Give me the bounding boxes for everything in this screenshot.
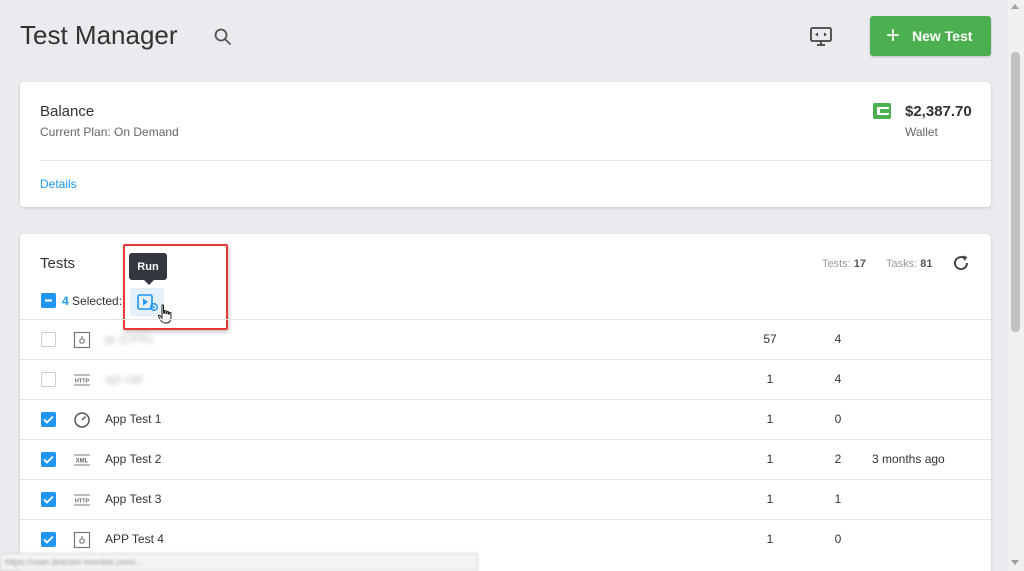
speedometer-icon <box>74 412 90 428</box>
plus-icon: + <box>886 22 901 49</box>
selected-count: 4 Selected: <box>62 294 122 308</box>
row-checkbox[interactable] <box>41 412 56 427</box>
balance-title: Balance <box>40 103 95 120</box>
tests-table: pr (CPR) 57 4 HTTP api call 1 4 App Test… <box>20 319 991 559</box>
test-metric-1: 1 <box>766 492 774 506</box>
divider <box>40 160 991 161</box>
scroll-down-arrow-icon[interactable] <box>1011 560 1019 565</box>
balance-card: Balance Current Plan: On Demand $2,387.7… <box>20 82 991 207</box>
http-icon: HTTP <box>74 374 90 386</box>
test-name[interactable]: App Test 1 <box>105 412 161 426</box>
table-row[interactable]: pr (CPR) 57 4 <box>20 319 991 359</box>
svg-text:HTTP: HTTP <box>75 379 90 385</box>
select-all-checkbox[interactable] <box>41 293 56 308</box>
wallet-label: Wallet <box>905 125 938 139</box>
test-metric-1: 1 <box>766 412 774 426</box>
tasks-count-value: 81 <box>920 258 933 270</box>
http-icon: HTTP <box>74 494 90 506</box>
row-checkbox[interactable] <box>41 532 56 547</box>
selected-count-value: 4 <box>62 293 69 308</box>
test-metric-1: 57 <box>763 332 777 346</box>
tests-count: Tests: 17 <box>822 258 866 270</box>
run-tooltip: Run <box>129 253 167 285</box>
search-icon[interactable] <box>212 26 234 48</box>
tests-card: Tests Tests: 17 Tasks: 81 4 Selected: Ru… <box>20 234 991 571</box>
current-plan: Current Plan: On Demand <box>40 125 179 139</box>
test-metric-1: 1 <box>766 452 774 466</box>
table-row[interactable]: App Test 1 1 0 <box>20 399 991 439</box>
new-test-label: New Test <box>912 28 973 44</box>
row-checkbox[interactable] <box>41 452 56 467</box>
test-metric-2: 4 <box>834 372 842 386</box>
xml-icon: XML <box>74 454 90 466</box>
minus-icon <box>45 299 52 302</box>
monitor-icon[interactable] <box>808 24 834 48</box>
scroll-up-arrow-icon[interactable] <box>1011 4 1019 9</box>
table-row[interactable]: XML App Test 2 1 2 3 months ago <box>20 439 991 479</box>
test-last-run: 3 months ago <box>872 452 945 466</box>
browser-icon <box>73 331 91 349</box>
status-bar-url: https://user.dotcom-monitor.com/... <box>0 553 478 571</box>
bulk-select-row: 4 Selected: <box>41 293 122 308</box>
svg-text:HTTP: HTTP <box>75 499 90 505</box>
test-name[interactable]: APP Test 4 <box>105 532 164 546</box>
details-link[interactable]: Details <box>40 177 77 191</box>
refresh-icon[interactable] <box>951 253 971 273</box>
scroll-thumb[interactable] <box>1011 52 1020 332</box>
wallet-amount: $2,387.70 <box>905 103 972 120</box>
test-metric-2: 2 <box>834 452 842 466</box>
test-name[interactable]: App Test 3 <box>105 492 161 506</box>
test-name[interactable]: api call <box>105 372 142 386</box>
new-test-button[interactable]: + New Test <box>870 16 991 56</box>
check-icon <box>43 415 54 424</box>
svg-text:XML: XML <box>76 459 89 465</box>
test-name[interactable]: pr (CPR) <box>105 332 152 346</box>
tasks-count-label: Tasks: <box>886 258 918 270</box>
test-metric-1: 1 <box>766 372 774 386</box>
test-metric-2: 0 <box>834 412 842 426</box>
test-metric-1: 1 <box>766 532 774 546</box>
tasks-count: Tasks: 81 <box>886 258 933 270</box>
test-metric-2: 1 <box>834 492 842 506</box>
tests-count-value: 17 <box>853 258 867 270</box>
row-checkbox[interactable] <box>41 332 56 347</box>
check-icon <box>43 495 54 504</box>
check-icon <box>43 455 54 464</box>
tests-count-label: Tests: <box>822 258 851 270</box>
browser-icon <box>73 531 91 549</box>
test-metric-2: 4 <box>834 332 842 346</box>
page-scrollbar[interactable] <box>1007 0 1024 571</box>
check-icon <box>43 535 54 544</box>
page-title: Test Manager <box>20 20 178 50</box>
test-metric-2: 0 <box>834 532 842 546</box>
table-row[interactable]: HTTP api call 1 4 <box>20 359 991 399</box>
run-icon[interactable] <box>137 294 159 312</box>
selected-count-label: Selected: <box>72 293 123 308</box>
row-checkbox[interactable] <box>41 372 56 387</box>
tests-title: Tests <box>40 255 76 272</box>
row-checkbox[interactable] <box>41 492 56 507</box>
wallet-icon <box>873 103 891 119</box>
table-row[interactable]: HTTP App Test 3 1 1 <box>20 479 991 519</box>
test-name[interactable]: App Test 2 <box>105 452 161 466</box>
